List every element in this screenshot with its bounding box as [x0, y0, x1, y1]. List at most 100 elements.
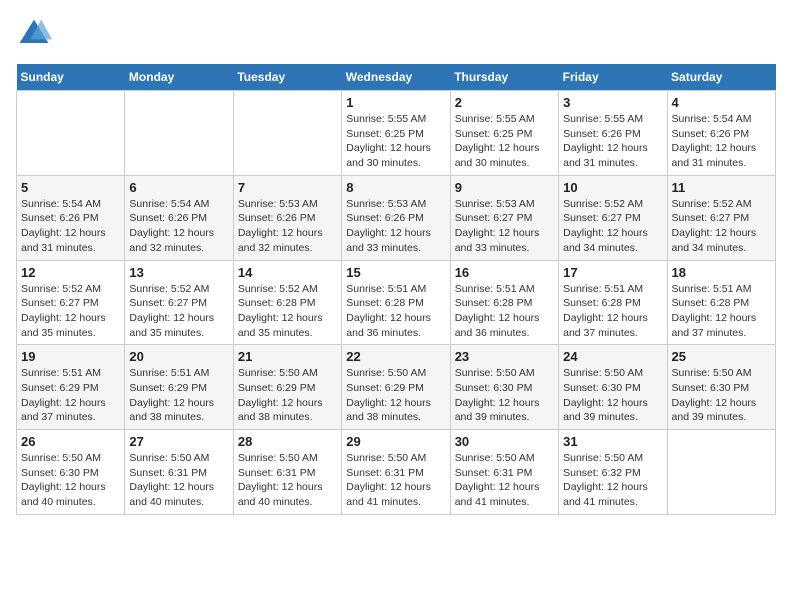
calendar-cell: 14 Sunrise: 5:52 AM Sunset: 6:28 PM Dayli… [233, 260, 341, 345]
day-info: Sunrise: 5:50 AM Sunset: 6:31 PM Dayligh… [238, 451, 337, 510]
calendar-week-1: 1 Sunrise: 5:55 AM Sunset: 6:25 PM Daylig… [17, 91, 776, 176]
day-info: Sunrise: 5:50 AM Sunset: 6:30 PM Dayligh… [455, 366, 554, 425]
calendar-cell: 18 Sunrise: 5:51 AM Sunset: 6:28 PM Dayli… [667, 260, 775, 345]
day-number: 30 [455, 434, 554, 449]
day-info: Sunrise: 5:52 AM Sunset: 6:27 PM Dayligh… [563, 197, 662, 256]
calendar-cell: 19 Sunrise: 5:51 AM Sunset: 6:29 PM Dayli… [17, 345, 125, 430]
day-info: Sunrise: 5:54 AM Sunset: 6:26 PM Dayligh… [129, 197, 228, 256]
day-info: Sunrise: 5:50 AM Sunset: 6:30 PM Dayligh… [672, 366, 771, 425]
day-number: 27 [129, 434, 228, 449]
calendar-cell: 12 Sunrise: 5:52 AM Sunset: 6:27 PM Dayli… [17, 260, 125, 345]
calendar-cell: 16Sunrise: 5:51 AM Sunset: 6:28 PM Dayli… [450, 260, 558, 345]
calendar-cell [233, 91, 341, 176]
calendar-cell: 22Sunrise: 5:50 AM Sunset: 6:29 PM Dayli… [342, 345, 450, 430]
day-info: Sunrise: 5:50 AM Sunset: 6:30 PM Dayligh… [21, 451, 120, 510]
calendar-cell: 27 Sunrise: 5:50 AM Sunset: 6:31 PM Dayli… [125, 430, 233, 515]
calendar-cell: 8 Sunrise: 5:53 AM Sunset: 6:26 PM Daylig… [342, 175, 450, 260]
calendar-week-5: 26 Sunrise: 5:50 AM Sunset: 6:30 PM Dayli… [17, 430, 776, 515]
calendar-cell: 15Sunrise: 5:51 AM Sunset: 6:28 PM Dayli… [342, 260, 450, 345]
calendar-week-4: 19 Sunrise: 5:51 AM Sunset: 6:29 PM Dayli… [17, 345, 776, 430]
day-info: Sunrise: 5:51 AM Sunset: 6:28 PM Dayligh… [672, 282, 771, 341]
day-number: 7 [238, 180, 337, 195]
day-number: 6 [129, 180, 228, 195]
calendar-cell: 29 Sunrise: 5:50 AM Sunset: 6:31 PM Dayli… [342, 430, 450, 515]
col-header-saturday: Saturday [667, 64, 775, 91]
calendar-cell: 9 Sunrise: 5:53 AM Sunset: 6:27 PM Daylig… [450, 175, 558, 260]
calendar-cell: 1Sunrise: 5:55 AM Sunset: 6:25 PM Daylig… [342, 91, 450, 176]
day-info: Sunrise: 5:50 AM Sunset: 6:30 PM Dayligh… [563, 366, 662, 425]
day-number: 15 [346, 265, 445, 280]
logo [16, 16, 56, 52]
day-info: Sunrise: 5:52 AM Sunset: 6:28 PM Dayligh… [238, 282, 337, 341]
day-number: 18 [672, 265, 771, 280]
day-number: 14 [238, 265, 337, 280]
calendar-table: SundayMondayTuesdayWednesdayThursdayFrid… [16, 64, 776, 515]
page-header [16, 16, 776, 52]
day-number: 19 [21, 349, 120, 364]
day-info: Sunrise: 5:53 AM Sunset: 6:27 PM Dayligh… [455, 197, 554, 256]
day-info: Sunrise: 5:50 AM Sunset: 6:31 PM Dayligh… [455, 451, 554, 510]
day-number: 26 [21, 434, 120, 449]
day-info: Sunrise: 5:54 AM Sunset: 6:26 PM Dayligh… [672, 112, 771, 171]
day-info: Sunrise: 5:52 AM Sunset: 6:27 PM Dayligh… [129, 282, 228, 341]
calendar-cell [667, 430, 775, 515]
day-number: 12 [21, 265, 120, 280]
day-number: 13 [129, 265, 228, 280]
day-number: 5 [21, 180, 120, 195]
calendar-cell: 28 Sunrise: 5:50 AM Sunset: 6:31 PM Dayli… [233, 430, 341, 515]
day-info: Sunrise: 5:53 AM Sunset: 6:26 PM Dayligh… [238, 197, 337, 256]
day-number: 23 [455, 349, 554, 364]
day-number: 1 [346, 95, 445, 110]
col-header-sunday: Sunday [17, 64, 125, 91]
day-number: 29 [346, 434, 445, 449]
calendar-cell: 10Sunrise: 5:52 AM Sunset: 6:27 PM Dayli… [559, 175, 667, 260]
calendar-cell: 6 Sunrise: 5:54 AM Sunset: 6:26 PM Daylig… [125, 175, 233, 260]
day-number: 4 [672, 95, 771, 110]
calendar-cell: 2 Sunrise: 5:55 AM Sunset: 6:25 PM Daylig… [450, 91, 558, 176]
day-info: Sunrise: 5:55 AM Sunset: 6:26 PM Dayligh… [563, 112, 662, 171]
calendar-cell: 20 Sunrise: 5:51 AM Sunset: 6:29 PM Dayli… [125, 345, 233, 430]
day-number: 17 [563, 265, 662, 280]
day-info: Sunrise: 5:52 AM Sunset: 6:27 PM Dayligh… [672, 197, 771, 256]
col-header-friday: Friday [559, 64, 667, 91]
calendar-cell: 17 Sunrise: 5:51 AM Sunset: 6:28 PM Dayli… [559, 260, 667, 345]
logo-icon [16, 16, 52, 52]
day-number: 24 [563, 349, 662, 364]
day-number: 22 [346, 349, 445, 364]
calendar-cell: 3Sunrise: 5:55 AM Sunset: 6:26 PM Daylig… [559, 91, 667, 176]
calendar-week-3: 12 Sunrise: 5:52 AM Sunset: 6:27 PM Dayli… [17, 260, 776, 345]
day-info: Sunrise: 5:52 AM Sunset: 6:27 PM Dayligh… [21, 282, 120, 341]
calendar-cell: 24 Sunrise: 5:50 AM Sunset: 6:30 PM Dayli… [559, 345, 667, 430]
day-info: Sunrise: 5:50 AM Sunset: 6:32 PM Dayligh… [563, 451, 662, 510]
day-number: 31 [563, 434, 662, 449]
day-info: Sunrise: 5:53 AM Sunset: 6:26 PM Dayligh… [346, 197, 445, 256]
day-info: Sunrise: 5:51 AM Sunset: 6:29 PM Dayligh… [21, 366, 120, 425]
day-number: 9 [455, 180, 554, 195]
day-info: Sunrise: 5:51 AM Sunset: 6:28 PM Dayligh… [563, 282, 662, 341]
day-info: Sunrise: 5:54 AM Sunset: 6:26 PM Dayligh… [21, 197, 120, 256]
calendar-header-row: SundayMondayTuesdayWednesdayThursdayFrid… [17, 64, 776, 91]
day-number: 20 [129, 349, 228, 364]
day-number: 28 [238, 434, 337, 449]
calendar-cell: 23 Sunrise: 5:50 AM Sunset: 6:30 PM Dayli… [450, 345, 558, 430]
calendar-cell: 30 Sunrise: 5:50 AM Sunset: 6:31 PM Dayli… [450, 430, 558, 515]
day-info: Sunrise: 5:51 AM Sunset: 6:29 PM Dayligh… [129, 366, 228, 425]
day-number: 16 [455, 265, 554, 280]
calendar-week-2: 5 Sunrise: 5:54 AM Sunset: 6:26 PM Daylig… [17, 175, 776, 260]
day-info: Sunrise: 5:50 AM Sunset: 6:31 PM Dayligh… [346, 451, 445, 510]
calendar-cell: 13 Sunrise: 5:52 AM Sunset: 6:27 PM Dayli… [125, 260, 233, 345]
day-info: Sunrise: 5:55 AM Sunset: 6:25 PM Dayligh… [455, 112, 554, 171]
calendar-cell: 7 Sunrise: 5:53 AM Sunset: 6:26 PM Daylig… [233, 175, 341, 260]
day-number: 11 [672, 180, 771, 195]
day-number: 8 [346, 180, 445, 195]
calendar-cell [17, 91, 125, 176]
col-header-wednesday: Wednesday [342, 64, 450, 91]
calendar-cell: 31 Sunrise: 5:50 AM Sunset: 6:32 PM Dayli… [559, 430, 667, 515]
calendar-cell: 5 Sunrise: 5:54 AM Sunset: 6:26 PM Daylig… [17, 175, 125, 260]
calendar-cell: 4 Sunrise: 5:54 AM Sunset: 6:26 PM Daylig… [667, 91, 775, 176]
calendar-cell [125, 91, 233, 176]
col-header-thursday: Thursday [450, 64, 558, 91]
day-number: 25 [672, 349, 771, 364]
day-number: 2 [455, 95, 554, 110]
day-info: Sunrise: 5:50 AM Sunset: 6:31 PM Dayligh… [129, 451, 228, 510]
